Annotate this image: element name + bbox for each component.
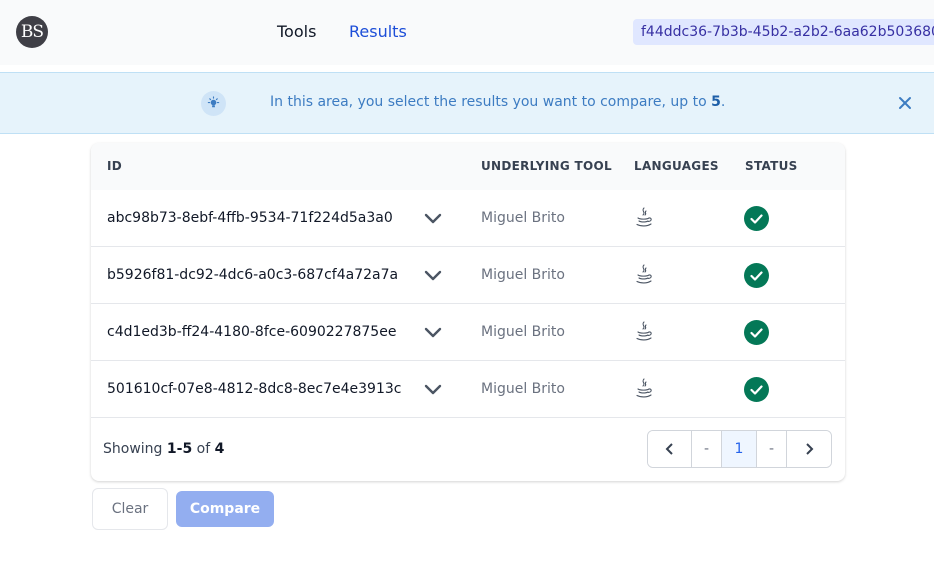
java-icon: [634, 207, 654, 229]
prev-page-button[interactable]: [648, 431, 692, 467]
chevron-left-icon: [665, 443, 673, 455]
table-row[interactable]: b5926f81-dc92-4dc6-a0c3-687cf4a72a7a Migu…: [91, 247, 845, 304]
result-id: b5926f81-dc92-4dc6-a0c3-687cf4a72a7a: [107, 267, 399, 283]
clear-button[interactable]: Clear: [92, 488, 168, 530]
table-row[interactable]: abc98b73-8ebf-4ffb-9534-71f224d5a3a0 Migu…: [91, 190, 845, 247]
success-check-icon: [744, 377, 769, 402]
underlying-tool: Miguel Brito: [481, 324, 565, 340]
results-table-card: ID UNDERLYING TOOL LANGUAGES STATUS abc9…: [91, 143, 845, 481]
page-1-button[interactable]: 1: [722, 431, 757, 467]
lightbulb-icon: [201, 91, 226, 116]
table-footer: Showing 1-5 of 4 - 1 -: [91, 418, 845, 481]
close-icon[interactable]: [897, 95, 913, 111]
showing-summary: Showing 1-5 of 4: [103, 441, 225, 457]
max-compare-count: 5: [711, 94, 721, 110]
java-icon: [634, 264, 654, 286]
java-icon: [634, 378, 654, 400]
java-icon: [634, 321, 654, 343]
underlying-tool: Miguel Brito: [481, 210, 565, 226]
result-id: abc98b73-8ebf-4ffb-9534-71f224d5a3a0: [107, 210, 393, 226]
column-header-status: STATUS: [745, 159, 798, 173]
info-banner: In this area, you select the results you…: [0, 72, 934, 134]
page-gap-right: -: [757, 431, 787, 467]
column-header-tool: UNDERLYING TOOL: [481, 159, 612, 173]
table-header: ID UNDERLYING TOOL LANGUAGES STATUS: [91, 143, 845, 190]
nav-tools-link[interactable]: Tools: [277, 22, 316, 41]
top-bar: BS Tools Results f44ddc36-7b3b-45b2-a2b2…: [0, 0, 934, 65]
table-row[interactable]: c4d1ed3b-ff24-4180-8fce-6090227875ee Migu…: [91, 304, 845, 361]
underlying-tool: Miguel Brito: [481, 381, 565, 397]
session-id-badge: f44ddc36-7b3b-45b2-a2b2-6aa62b503680: [633, 19, 934, 45]
column-header-id: ID: [107, 159, 123, 173]
underlying-tool: Miguel Brito: [481, 267, 565, 283]
result-id: 501610cf-07e8-4812-8dc8-8ec7e4e3913c: [107, 381, 402, 397]
page-gap-left: -: [692, 431, 722, 467]
chevron-down-icon[interactable]: [424, 211, 442, 225]
pagination: - 1 -: [647, 430, 832, 468]
compare-button[interactable]: Compare: [176, 491, 274, 527]
column-header-languages: LANGUAGES: [634, 159, 719, 173]
success-check-icon: [744, 263, 769, 288]
next-page-button[interactable]: [787, 431, 831, 467]
chevron-down-icon[interactable]: [424, 325, 442, 339]
table-row[interactable]: 501610cf-07e8-4812-8dc8-8ec7e4e3913c Migu…: [91, 361, 845, 418]
success-check-icon: [744, 320, 769, 345]
chevron-right-icon: [806, 443, 814, 455]
success-check-icon: [744, 206, 769, 231]
logo[interactable]: BS: [16, 16, 48, 48]
chevron-down-icon[interactable]: [424, 268, 442, 282]
nav-results-link[interactable]: Results: [349, 22, 407, 41]
chevron-down-icon[interactable]: [424, 382, 442, 396]
result-id: c4d1ed3b-ff24-4180-8fce-6090227875ee: [107, 324, 397, 340]
banner-message: In this area, you select the results you…: [270, 94, 726, 110]
